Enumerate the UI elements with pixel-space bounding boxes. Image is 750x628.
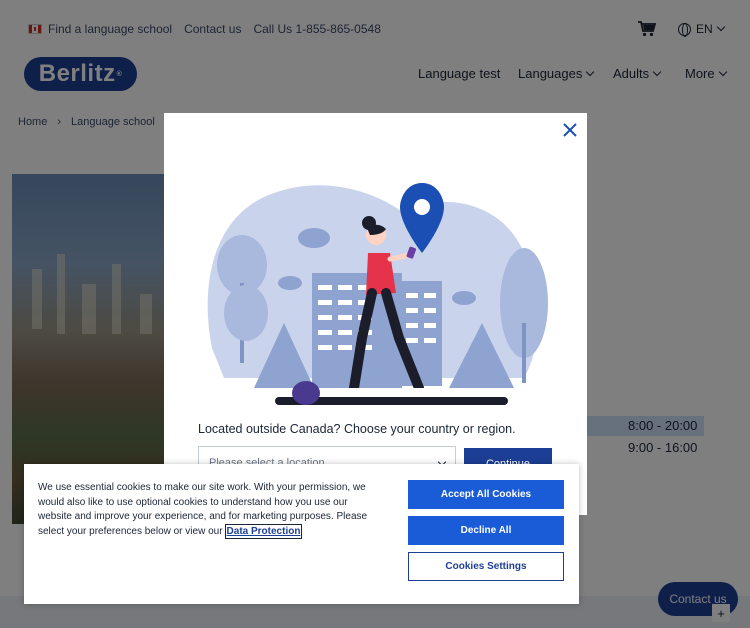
cookie-message: We use essential cookies to make our sit…: [38, 481, 382, 539]
location-modal: Located outside Canada? Choose your coun…: [164, 113, 587, 515]
cookie-message-text: We use essential cookies to make our sit…: [38, 482, 368, 537]
traveler-illustration: [207, 183, 548, 405]
data-protection-link[interactable]: Data Protection: [224, 523, 303, 539]
cookie-banner: We use essential cookies to make our sit…: [24, 464, 579, 604]
location-prompt: Located outside Canada? Choose your coun…: [198, 422, 516, 436]
decline-all-button[interactable]: Decline All: [408, 516, 564, 545]
accept-all-cookies-button[interactable]: Accept All Cookies: [408, 480, 564, 509]
cookies-settings-button[interactable]: Cookies Settings: [408, 552, 564, 581]
close-icon[interactable]: [562, 122, 578, 138]
